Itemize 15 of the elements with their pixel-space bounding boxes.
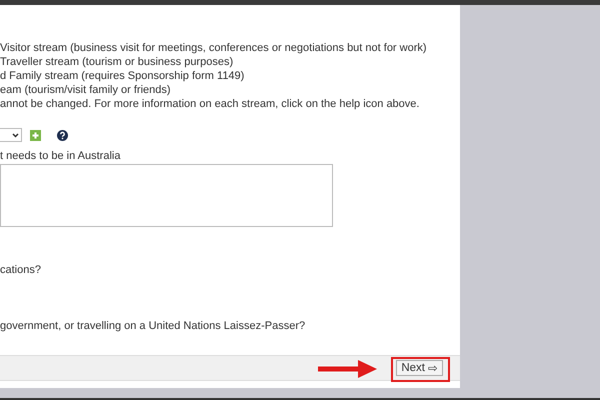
stream-select[interactable]	[0, 128, 22, 142]
stream-option: eam (tourism/visit family or friends)	[0, 83, 460, 97]
next-button[interactable]: Next ⇨	[396, 360, 443, 376]
field-label: t needs to be in Australia	[0, 149, 122, 163]
stream-note: annot be changed. For more information on each stream, click on the help icon above.	[0, 97, 420, 111]
pointer-arrow	[318, 359, 378, 379]
highlight-frame	[391, 357, 450, 382]
stream-option: Visitor stream (business visit for meetings, conferences or negotiations but not for work)	[0, 41, 460, 55]
question-text: government, or travelling on a United Nations Laissez-Passer?	[0, 319, 306, 333]
reason-field[interactable]	[0, 164, 333, 227]
help-icon[interactable]	[57, 130, 68, 140]
chevron-down-icon	[12, 132, 19, 138]
stream-option: d Family stream (requires Sponsorship form 1149)	[0, 69, 460, 83]
question-text: cations?	[0, 263, 42, 277]
stream-option: Traveller stream (tourism or business purposes)	[0, 55, 460, 69]
